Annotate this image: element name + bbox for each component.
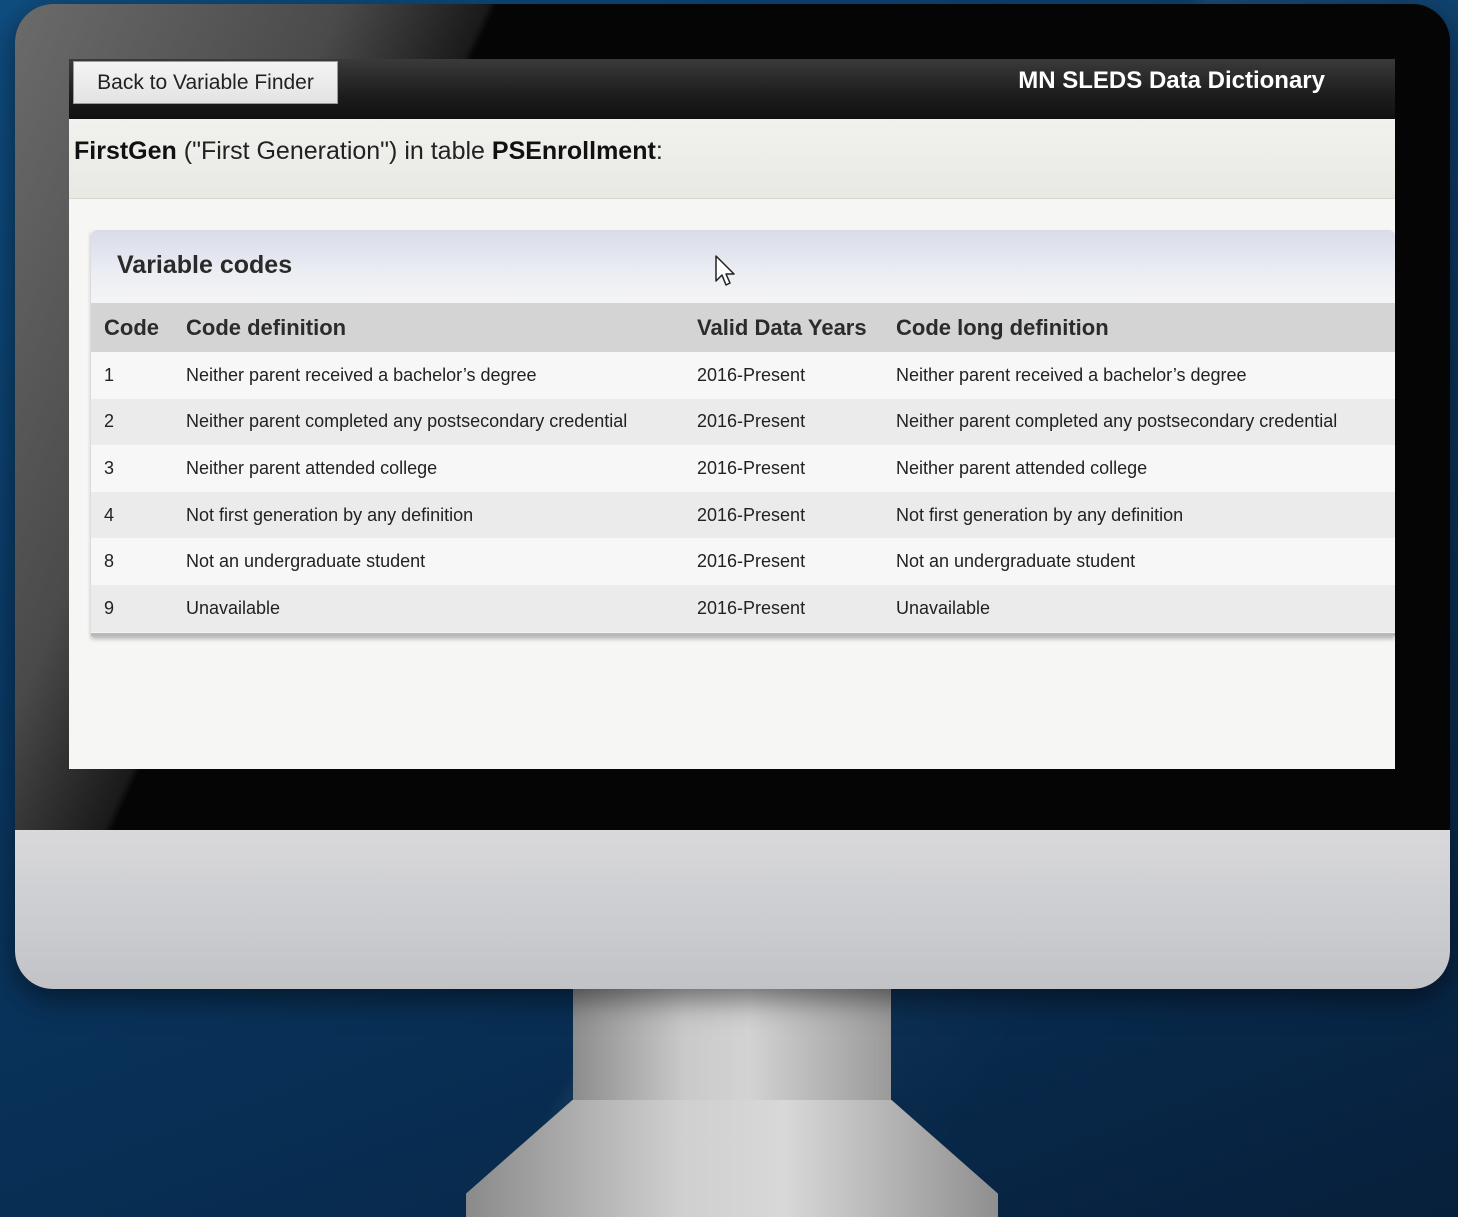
cell-years: 2016-Present (684, 445, 883, 492)
cell-code: 4 (91, 491, 173, 539)
table-row: 9 Unavailable 2016-Present Unavailable (91, 584, 1395, 632)
cell-years: 2016-Present (684, 352, 883, 399)
cell-long-definition: Not first generation by any definition (883, 491, 1395, 539)
table-row: 4 Not first generation by any definition… (91, 491, 1395, 539)
table-row: 2 Neither parent completed any postsecon… (91, 398, 1395, 446)
monitor-stand-neck (573, 985, 891, 1105)
cell-code: 9 (91, 584, 173, 632)
mouse-pointer-icon (715, 255, 735, 286)
table-header-row: Code Code definition Valid Data Years Co… (91, 303, 1395, 352)
cell-long-definition: Not an undergraduate student (883, 538, 1395, 585)
variable-name: FirstGen (74, 137, 177, 165)
subtitle-suffix: : (655, 137, 663, 165)
cell-years: 2016-Present (684, 584, 883, 632)
column-header-code-long-definition: Code long definition (883, 303, 1395, 352)
cell-code: 3 (91, 445, 173, 492)
cell-years: 2016-Present (684, 491, 883, 539)
table-row: 8 Not an undergraduate student 2016-Pres… (91, 538, 1395, 585)
cell-long-definition: Neither parent received a bachelor’s deg… (883, 352, 1395, 399)
panel-header: Variable codes (91, 230, 1395, 303)
cell-definition: Neither parent received a bachelor’s deg… (173, 352, 684, 399)
back-to-variable-finder-button[interactable]: Back to Variable Finder (73, 61, 338, 104)
cell-definition: Neither parent completed any postseconda… (173, 398, 684, 446)
cell-long-definition: Neither parent attended college (883, 445, 1395, 492)
cell-code: 2 (91, 398, 173, 446)
top-bar: Back to Variable Finder MN SLEDS Data Di… (69, 59, 1395, 119)
cell-long-definition: Neither parent completed any postseconda… (883, 398, 1395, 446)
panel-title: Variable codes (117, 251, 293, 279)
cell-definition: Not an undergraduate student (173, 538, 684, 585)
table-name: PSEnrollment (491, 137, 656, 165)
cell-definition: Not first generation by any definition (173, 491, 684, 539)
app-title: MN SLEDS Data Dictionary (1018, 67, 1325, 94)
cell-long-definition: Unavailable (883, 584, 1395, 632)
monitor-chin (15, 830, 1450, 989)
variable-description: ("First Generation") in table (176, 137, 492, 165)
cell-definition: Neither parent attended college (173, 445, 684, 492)
cell-years: 2016-Present (684, 538, 883, 585)
column-header-code-definition: Code definition (173, 303, 684, 352)
cell-code: 8 (91, 538, 173, 585)
screen: Back to Variable Finder MN SLEDS Data Di… (69, 59, 1395, 769)
variable-codes-panel: Variable codes Code Code definition Vali… (91, 230, 1395, 636)
cell-code: 1 (91, 352, 173, 399)
table-row: 3 Neither parent attended college 2016-P… (91, 445, 1395, 492)
subtitle-bar: FirstGen ("First Generation") in table P… (69, 119, 1395, 199)
column-header-valid-data-years: Valid Data Years (684, 303, 883, 352)
table-row: 1 Neither parent received a bachelor’s d… (91, 352, 1395, 399)
codes-table: Code Code definition Valid Data Years Co… (91, 303, 1395, 632)
monitor-stand-base (466, 1100, 998, 1217)
cell-years: 2016-Present (684, 398, 883, 446)
column-header-code: Code (91, 303, 173, 352)
page-subtitle: FirstGen ("First Generation") in table P… (74, 137, 663, 166)
cell-definition: Unavailable (173, 584, 684, 632)
